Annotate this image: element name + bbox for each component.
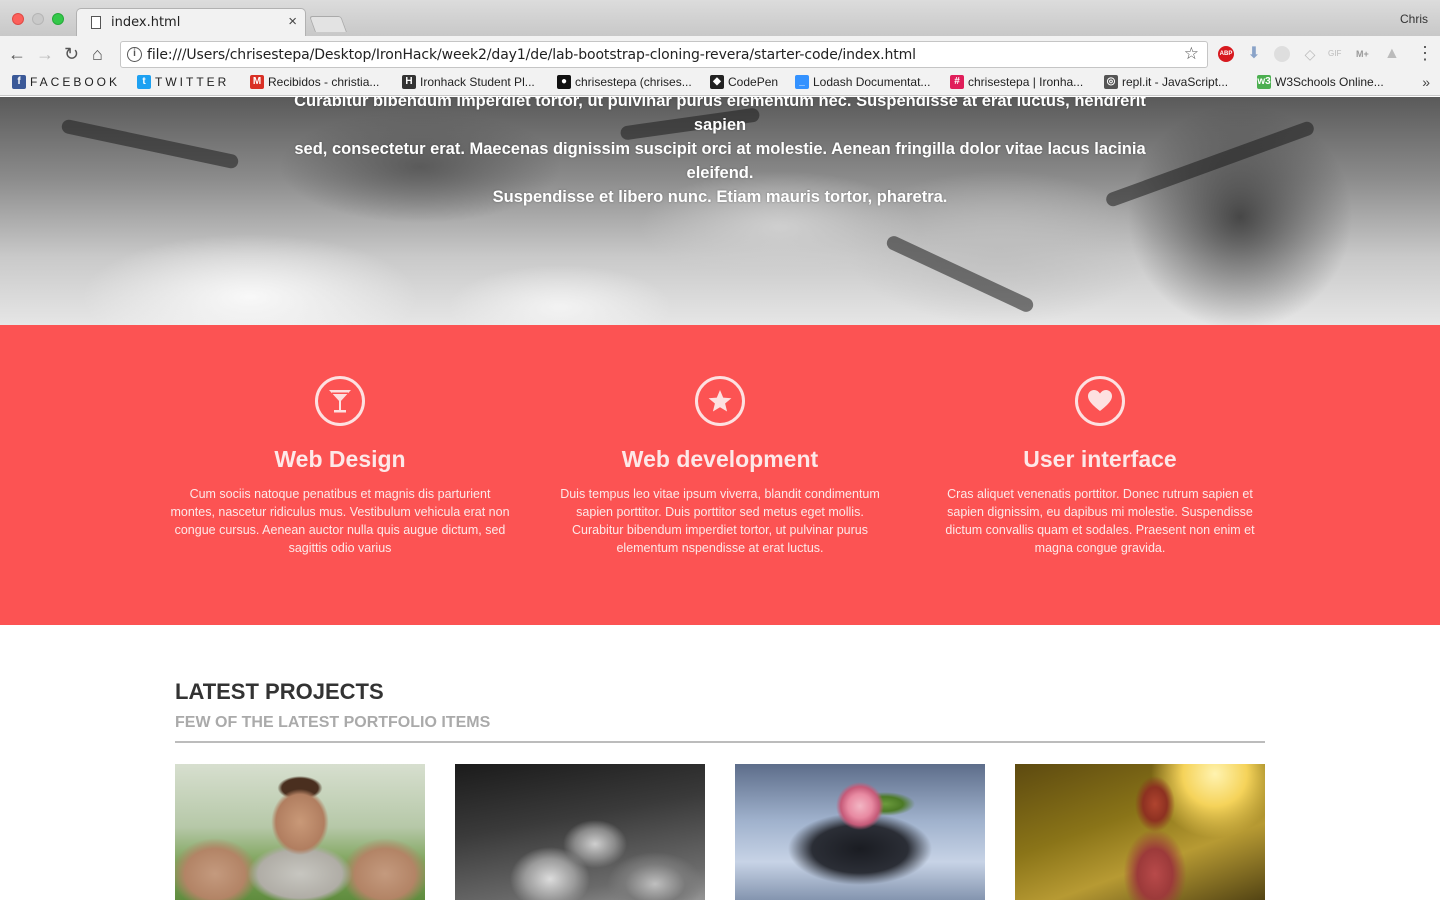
reload-icon[interactable]: ↻ (64, 44, 79, 64)
portfolio-item-pushup[interactable] (175, 764, 425, 900)
bookmark-label: Recibidos - christia... (268, 75, 380, 89)
back-arrow-icon[interactable]: ← (8, 44, 26, 64)
hero-text: Curabitur bibendum imperdiet tortor, ut … (270, 97, 1170, 209)
service-title: Web Design (274, 446, 406, 472)
info-icon[interactable]: i (127, 47, 142, 62)
service-title: User interface (1023, 446, 1177, 472)
gmail-icon: M (250, 75, 264, 89)
section-divider (175, 741, 1265, 743)
portfolio-item-woman-sunset[interactable] (1015, 764, 1265, 900)
extension-icon[interactable] (1274, 46, 1290, 62)
download-icon[interactable]: ⬇ (1246, 46, 1262, 62)
tab-title: index.html (111, 15, 181, 30)
bookmarks-more-icon[interactable]: » (1422, 74, 1430, 90)
bookmark-label: Ironhack Student Pl... (420, 75, 535, 89)
github-icon: ● (557, 75, 571, 89)
hero-text-line: Suspendisse et libero nunc. Etiam mauris… (492, 188, 948, 206)
bookmark-item[interactable]: ● chrisestepa (chrises... (557, 75, 692, 89)
bookmark-item[interactable]: ◆ CodePen (710, 75, 778, 89)
bookmark-item[interactable]: w3 W3Schools Online... (1257, 75, 1384, 89)
w3schools-icon: w3 (1257, 75, 1271, 89)
bookmark-label: W3Schools Online... (1275, 75, 1384, 89)
portfolio-item-kitten[interactable] (455, 764, 705, 900)
browser-toolbar: ← → ↻ ⌂ i file:///Users/chrisestepa/Desk… (0, 36, 1440, 72)
hero-text-line: sed, consectetur erat. Maecenas dignissi… (294, 140, 1146, 182)
forward-arrow-icon[interactable]: → (36, 44, 54, 64)
drive-icon[interactable]: ▲ (1384, 46, 1400, 62)
window-minimize-button[interactable] (32, 13, 44, 25)
ironhack-icon: H (402, 75, 416, 89)
lodash-icon: _ (795, 75, 809, 89)
service-title: Web development (621, 446, 819, 472)
mplus-icon[interactable]: M+ (1356, 46, 1372, 62)
bookmark-label: Lodash Documentat... (813, 75, 931, 89)
bookmark-label: TWITTER (155, 75, 230, 89)
bookmark-item[interactable]: ◎ repl.it - JavaScript... (1104, 75, 1228, 89)
bookmark-label: chrisestepa (chrises... (575, 75, 692, 89)
dropbox-icon[interactable]: ◇ (1302, 46, 1318, 62)
portfolio-item-rose[interactable] (735, 764, 985, 900)
twitter-icon: t (137, 75, 151, 89)
slack-icon: # (950, 75, 964, 89)
browser-tab[interactable]: index.html × (76, 8, 306, 37)
service-text: Cum sociis natoque penatibus et magnis d… (170, 487, 510, 555)
bookmark-star-icon[interactable]: ☆ (1184, 44, 1199, 64)
menu-icon[interactable]: ⋮ (1416, 44, 1434, 62)
adblock-icon[interactable]: ABP (1218, 46, 1234, 62)
codepen-icon: ◆ (710, 75, 724, 89)
replit-icon: ◎ (1104, 75, 1118, 89)
hero-image-detail (884, 233, 1036, 315)
bookmark-label: CodePen (728, 75, 779, 89)
home-icon[interactable]: ⌂ (92, 44, 103, 64)
browser-titlebar: index.html × Chris (0, 0, 1440, 37)
file-icon (91, 16, 101, 29)
window-close-button[interactable] (12, 13, 24, 25)
section-subtitle: FEW OF THE LATEST PORTFOLIO ITEMS (175, 714, 491, 731)
bookmark-item[interactable]: H Ironhack Student Pl... (402, 75, 535, 89)
hero-banner: Curabitur bibendum imperdiet tortor, ut … (0, 97, 1440, 325)
hero-text-line: Curabitur bibendum imperdiet tortor, ut … (294, 97, 1146, 134)
service-text: Cras aliquet venenatis porttitor. Donec … (945, 487, 1255, 555)
bookmark-item[interactable]: t TWITTER (137, 75, 229, 89)
star-icon (695, 376, 745, 426)
bookmarks-bar: » f FACEBOOK t TWITTER M Recibidos - christia… (0, 72, 1440, 96)
heart-icon (1075, 376, 1125, 426)
service-text: Duis tempus leo vitae ipsum viverra, bla… (560, 487, 880, 555)
page-viewport: Curabitur bibendum imperdiet tortor, ut … (0, 97, 1440, 900)
section-title: LATEST PROJECTS (175, 679, 384, 704)
address-bar[interactable]: i file:///Users/chrisestepa/Desktop/Iron… (120, 41, 1208, 68)
cocktail-icon (315, 376, 365, 426)
url-text[interactable]: file:///Users/chrisestepa/Desktop/IronHa… (147, 47, 916, 63)
bookmark-label: repl.it - JavaScript... (1122, 75, 1229, 89)
hero-image-detail (60, 118, 240, 170)
facebook-icon: f (12, 75, 26, 89)
services-section: Web Design Cum sociis natoque penatibus … (0, 325, 1440, 625)
tab-close-icon[interactable]: × (288, 13, 297, 30)
bookmark-label: FACEBOOK (30, 75, 121, 89)
bookmark-item[interactable]: _ Lodash Documentat... (795, 75, 930, 89)
gif-icon[interactable]: GIF (1328, 46, 1344, 62)
new-tab-button[interactable] (309, 16, 347, 32)
profile-name[interactable]: Chris (1400, 12, 1428, 26)
bookmark-label: chrisestepa | Ironha... (968, 75, 1084, 89)
bookmark-item[interactable]: # chrisestepa | Ironha... (950, 75, 1083, 89)
bookmark-item[interactable]: f FACEBOOK (12, 75, 120, 89)
projects-section: LATEST PROJECTS FEW OF THE LATEST PORTFO… (0, 625, 1440, 900)
window-maximize-button[interactable] (52, 13, 64, 25)
bookmark-item[interactable]: M Recibidos - christia... (250, 75, 379, 89)
